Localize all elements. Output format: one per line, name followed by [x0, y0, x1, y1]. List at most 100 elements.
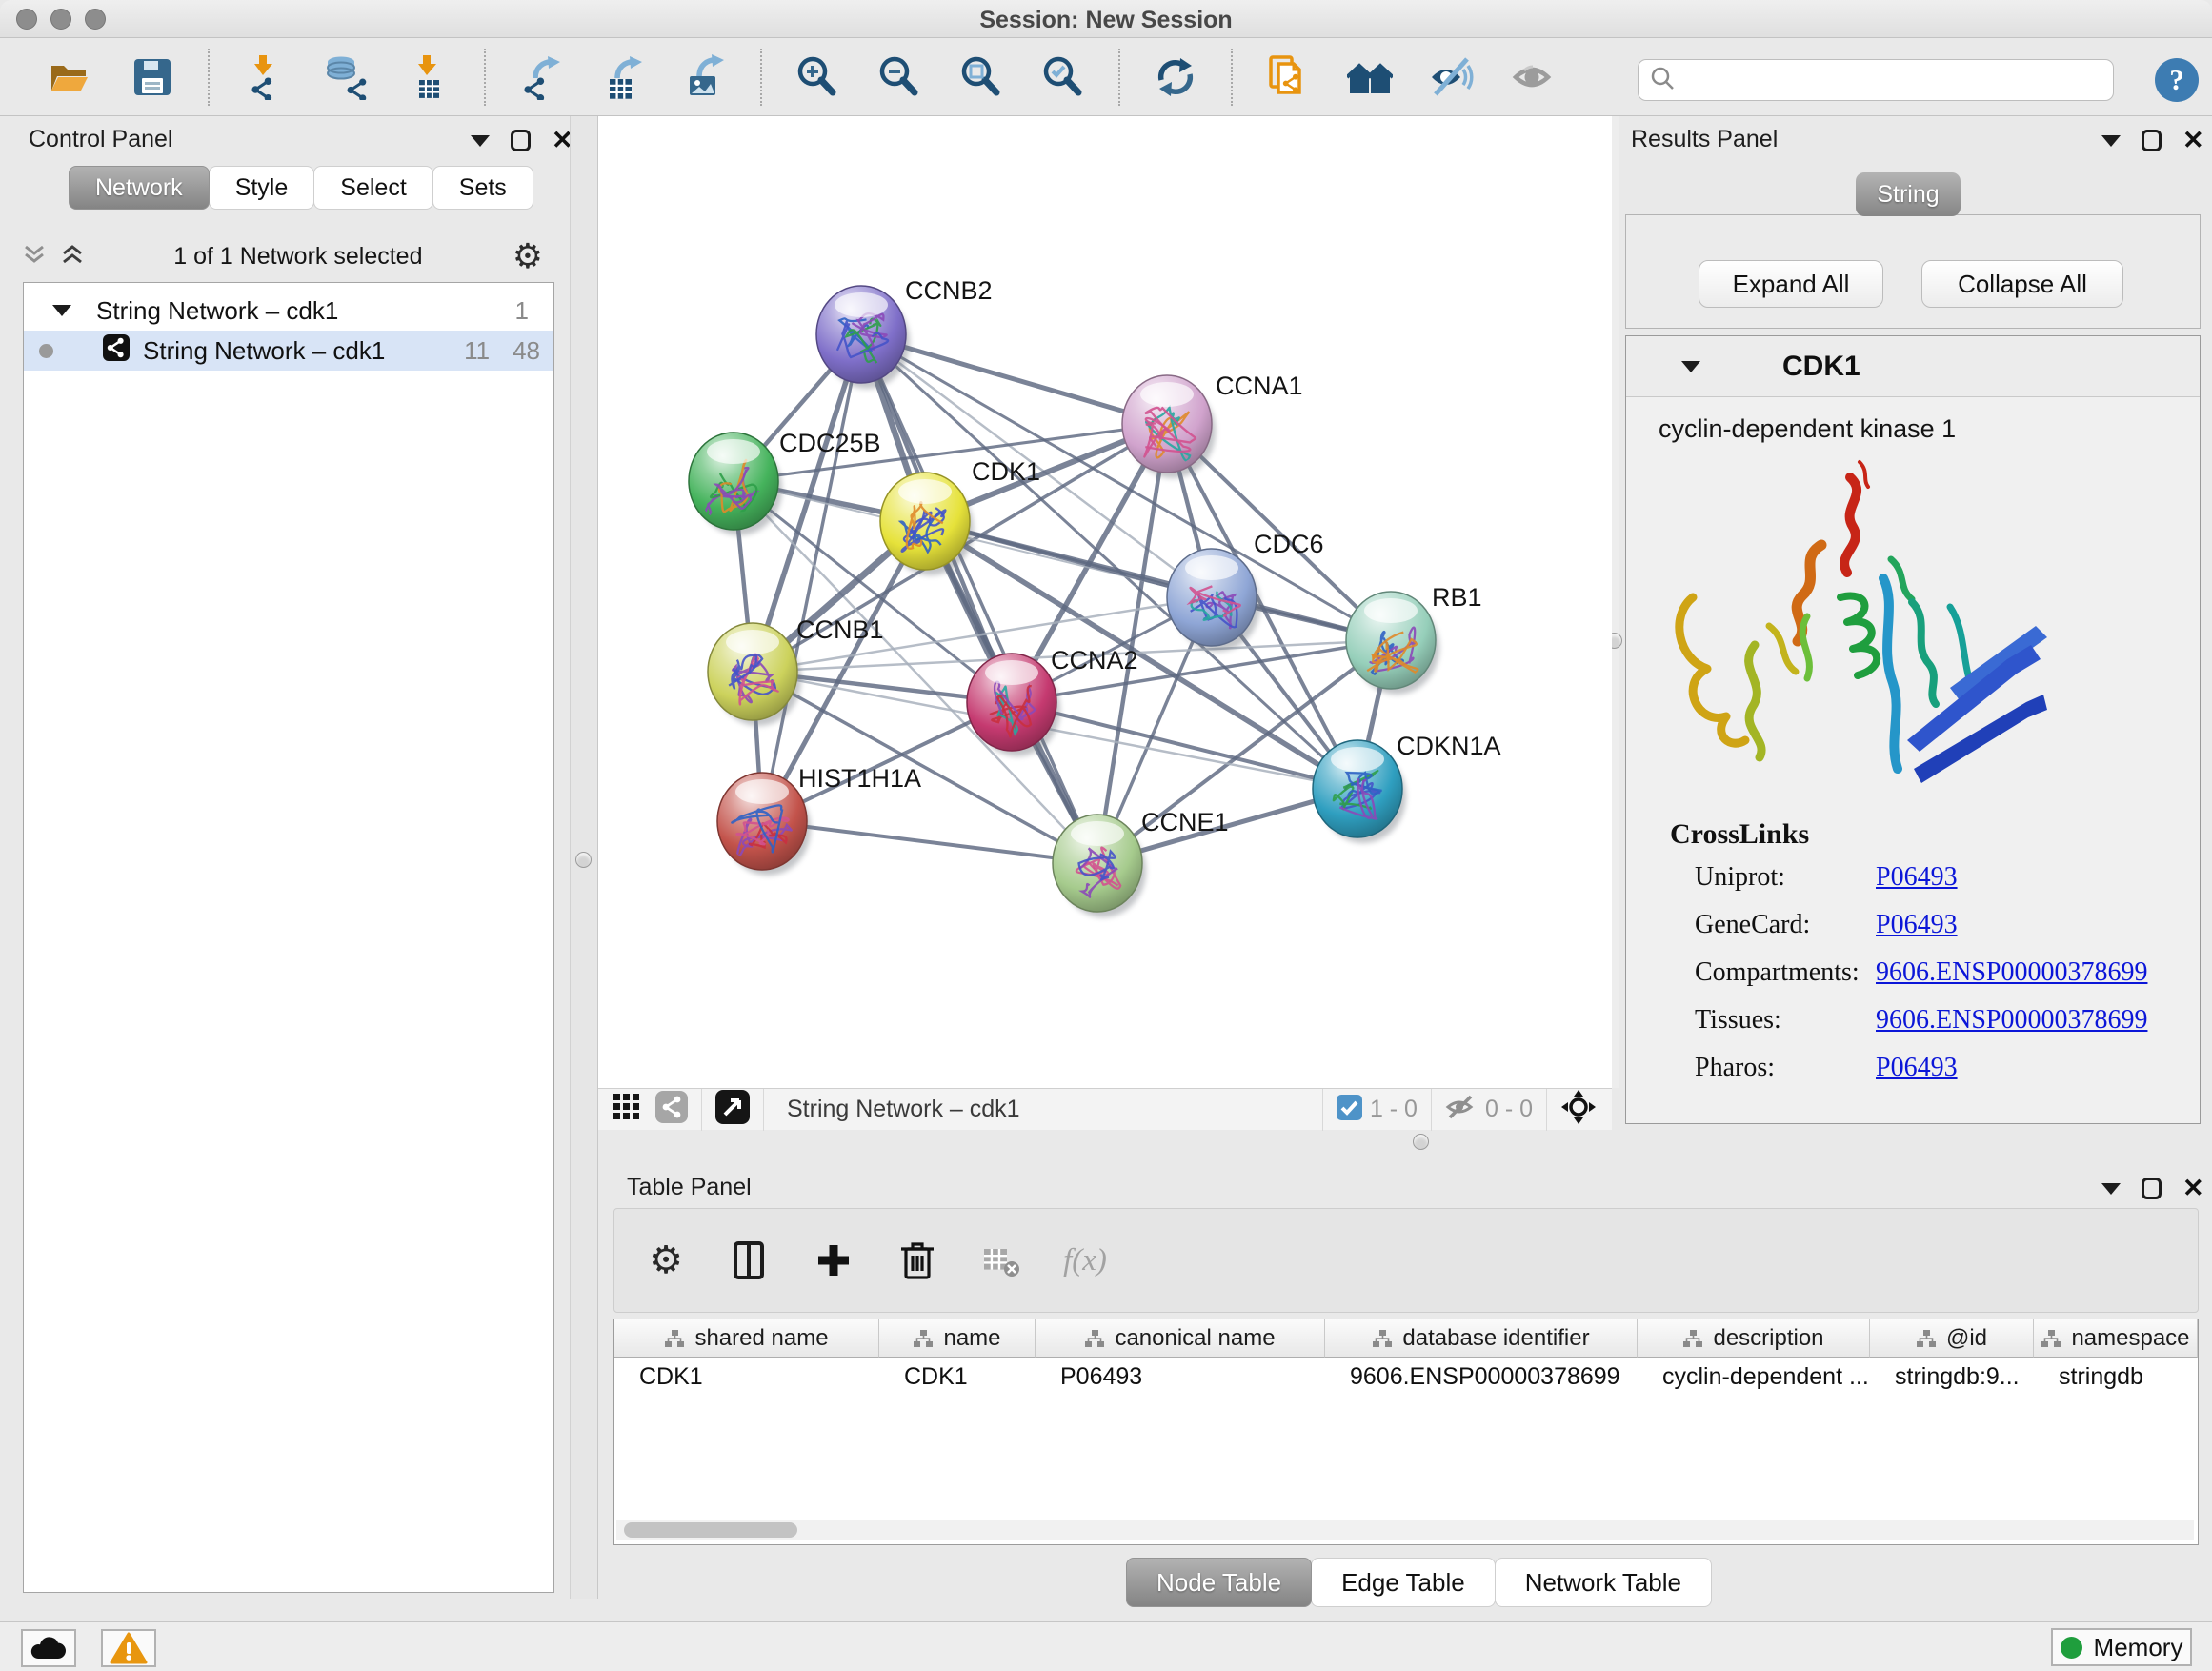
open-session-icon[interactable] — [44, 50, 97, 104]
network-status-dot-icon — [39, 344, 53, 358]
export-image-icon[interactable] — [678, 50, 732, 104]
network-node-HIST1H1A[interactable] — [717, 773, 811, 876]
toolbar-separator — [1231, 49, 1233, 106]
network-row[interactable]: String Network – cdk1 11 48 — [24, 331, 553, 371]
create-column-icon[interactable] — [813, 1239, 855, 1281]
entry-collapse-icon[interactable] — [1681, 361, 1700, 372]
node-label-CDKN1A: CDKN1A — [1397, 732, 1501, 760]
entry-header[interactable]: CDK1 — [1626, 336, 2200, 397]
network-node-CDKN1A[interactable] — [1313, 740, 1406, 843]
network-options-gear-icon[interactable]: ⚙ — [513, 239, 543, 273]
zoom-fit-content-icon[interactable] — [955, 50, 1008, 104]
grid-mode-icon[interactable] — [613, 1094, 640, 1125]
node-label-CCNA2: CCNA2 — [1051, 646, 1138, 674]
tab-network-table[interactable]: Network Table — [1495, 1558, 1712, 1607]
node-table: shared namenamecanonical namedatabase id… — [613, 1319, 2199, 1545]
network-node-CCNE1[interactable] — [1053, 815, 1146, 917]
tab-sets[interactable]: Sets — [432, 166, 533, 210]
column-header-shared-name[interactable]: shared name — [614, 1319, 879, 1358]
table-row[interactable]: CDK1CDK1P064939606.ENSP00000378699cyclin… — [614, 1358, 2198, 1396]
panel-close-icon[interactable] — [2182, 128, 2204, 153]
tab-style[interactable]: Style — [209, 166, 315, 210]
tab-node-table[interactable]: Node Table — [1126, 1558, 1312, 1607]
tab-edge-table[interactable]: Edge Table — [1311, 1558, 1496, 1607]
panel-close-icon[interactable] — [2182, 1176, 2204, 1201]
crosslink-link[interactable]: P06493 — [1876, 862, 1958, 893]
left-splitter[interactable] — [570, 116, 598, 1599]
presentation-mode-icon[interactable] — [1507, 50, 1560, 104]
import-network-from-file-icon[interactable] — [238, 50, 292, 104]
search-input[interactable] — [1675, 60, 2113, 100]
network-node-CDC6[interactable] — [1167, 549, 1260, 652]
selected-counts: 1 - 0 — [1370, 1096, 1418, 1123]
column-header-description[interactable]: description — [1638, 1319, 1870, 1358]
export-network-icon[interactable] — [514, 50, 568, 104]
expand-all-button[interactable]: Expand All — [1699, 260, 1883, 308]
zoom-in-icon[interactable] — [791, 50, 844, 104]
column-header-database-identifier[interactable]: database identifier — [1325, 1319, 1638, 1358]
import-network-from-database-icon[interactable] — [320, 50, 373, 104]
apply-preferred-layout-icon[interactable] — [1149, 50, 1202, 104]
memory-button[interactable]: Memory — [2051, 1628, 2192, 1666]
network-node-CCNB2[interactable] — [816, 286, 910, 389]
table-cell: CDK1 — [879, 1358, 1036, 1396]
column-header-canonical-name[interactable]: canonical name — [1036, 1319, 1325, 1358]
column-header-namespace[interactable]: namespace — [2034, 1319, 2198, 1358]
crosslink-link[interactable]: P06493 — [1876, 1053, 1958, 1083]
network-node-CDK1[interactable] — [880, 473, 974, 575]
column-settings-icon[interactable]: ⚙ — [645, 1239, 687, 1281]
fit-selected-target-icon[interactable] — [1560, 1089, 1597, 1130]
open-external-icon[interactable] — [715, 1090, 750, 1129]
save-session-icon[interactable] — [126, 50, 179, 104]
panel-menu-icon[interactable] — [2101, 1183, 2121, 1195]
tab-network[interactable]: Network — [69, 166, 210, 210]
warnings-button[interactable] — [101, 1629, 156, 1667]
column-header-@id[interactable]: @id — [1870, 1319, 2034, 1358]
results-panel-title: Results Panel — [1631, 126, 1778, 153]
panel-float-icon[interactable] — [2142, 1178, 2162, 1199]
collapse-all-icon[interactable] — [23, 244, 46, 270]
bottom-splitter-grip[interactable] — [1413, 1134, 1429, 1150]
crosslink-link[interactable]: 9606.ENSP00000378699 — [1876, 957, 2147, 988]
tab-string[interactable]: String — [1856, 172, 1961, 216]
zoom-out-icon[interactable] — [873, 50, 926, 104]
crosslink-link[interactable]: 9606.ENSP00000378699 — [1876, 1005, 2147, 1036]
function-builder-icon[interactable]: f(x) — [1064, 1239, 1106, 1281]
import-table-from-file-icon[interactable] — [402, 50, 455, 104]
collection-expand-icon[interactable] — [52, 305, 71, 316]
network-collection-row[interactable]: String Network – cdk1 1 — [24, 291, 553, 331]
control-panel-title: Control Panel — [29, 126, 172, 153]
table-hscrollbar[interactable] — [616, 1520, 2194, 1540]
help-button[interactable]: ? — [2155, 58, 2199, 102]
select-columns-icon[interactable] — [729, 1239, 771, 1281]
zoom-selected-icon[interactable] — [1036, 50, 1090, 104]
delete-columns-icon[interactable] — [896, 1239, 938, 1281]
network-node-CCNA1[interactable] — [1122, 375, 1216, 478]
table-cell: 9606.ENSP00000378699 — [1325, 1358, 1638, 1396]
tab-select[interactable]: Select — [313, 166, 432, 210]
selected-checkbox-icon[interactable] — [1337, 1095, 1362, 1125]
network-view-footer: String Network – cdk1 1 - 0 0 - 0 — [598, 1088, 1612, 1130]
crosslink-link[interactable]: P06493 — [1876, 910, 1958, 940]
string-logo-icon[interactable] — [655, 1091, 688, 1128]
duplicate-network-icon[interactable] — [1261, 50, 1315, 104]
network-canvas[interactable]: CCNB2CCNA1CDC25BCDK1CDC6RB1CCNB1CCNA2CDK… — [598, 116, 1612, 1088]
delete-table-icon[interactable] — [980, 1239, 1022, 1281]
left-splitter-grip[interactable] — [575, 852, 592, 868]
export-table-icon[interactable] — [596, 50, 650, 104]
hidden-eye-icon[interactable] — [1445, 1094, 1478, 1125]
right-splitter[interactable] — [1612, 116, 1619, 1088]
hide-graphics-details-icon[interactable] — [1425, 50, 1478, 104]
collapse-all-button[interactable]: Collapse All — [1921, 260, 2123, 308]
cloud-button[interactable] — [21, 1629, 76, 1667]
network-node-CDC25B[interactable] — [689, 433, 782, 535]
panel-float-icon[interactable] — [511, 130, 531, 151]
network-node-RB1[interactable] — [1346, 592, 1439, 695]
column-header-name[interactable]: name — [879, 1319, 1036, 1358]
expand-all-icon[interactable] — [61, 244, 84, 270]
panel-menu-icon[interactable] — [2101, 135, 2121, 147]
show-starter-panel-icon[interactable] — [1343, 50, 1397, 104]
panel-menu-icon[interactable] — [471, 135, 490, 147]
panel-float-icon[interactable] — [2142, 130, 2162, 151]
crosslink-label: Compartments: — [1695, 957, 1860, 987]
